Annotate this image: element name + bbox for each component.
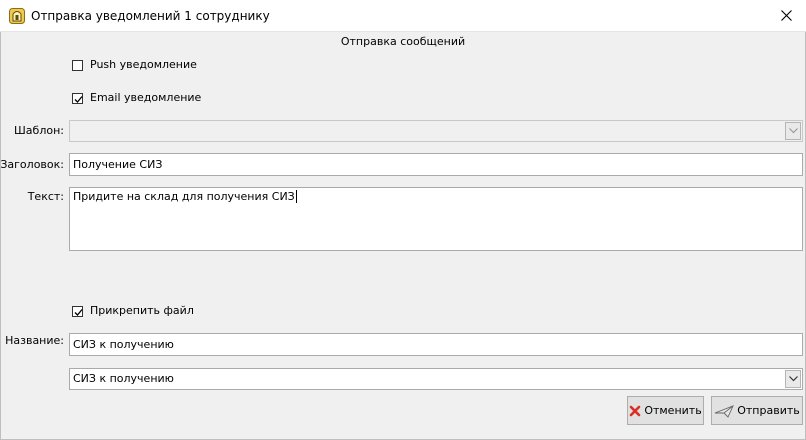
close-button[interactable] [766, 0, 806, 31]
attach-checkbox-box[interactable] [72, 305, 83, 317]
send-button[interactable]: Отправить [711, 396, 803, 425]
file-select[interactable]: СИЗ к получению [69, 368, 803, 390]
chevron-down-icon [788, 376, 798, 382]
subject-label: Заголовок: [0, 158, 64, 171]
cancel-icon [630, 405, 641, 416]
app-icon [9, 8, 25, 24]
text-label: Текст: [27, 190, 64, 203]
message-textarea[interactable]: Придите на склад для получения СИЗ [69, 187, 803, 251]
checkmark-icon [74, 95, 83, 103]
filename-value: СИЗ к получению [73, 337, 174, 351]
email-checkbox-box[interactable] [72, 92, 83, 104]
title-bar: Отправка уведомлений 1 сотруднику [0, 0, 806, 32]
section-title: Отправка сообщений [340, 35, 466, 48]
filename-label: Название: [5, 334, 64, 347]
file-dropdown-button[interactable] [785, 370, 801, 388]
cancel-button[interactable]: Отменить [627, 396, 704, 425]
subject-value: Получение СИЗ [73, 157, 163, 171]
attach-checkbox-label: Прикрепить файл [90, 304, 194, 317]
chevron-down-icon [788, 128, 798, 134]
push-checkbox[interactable]: Push уведомление [72, 58, 197, 72]
send-button-label: Отправить [737, 404, 800, 417]
template-dropdown-button[interactable] [785, 122, 801, 140]
message-value: Придите на склад для получения СИЗ [73, 190, 295, 203]
push-checkbox-label: Push уведомление [90, 58, 197, 71]
window-title: Отправка уведомлений 1 сотруднику [31, 9, 270, 23]
email-checkbox[interactable]: Email уведомление [72, 91, 201, 105]
push-checkbox-box[interactable] [72, 59, 83, 71]
checkmark-icon [74, 308, 83, 316]
file-select-value: СИЗ к получению [73, 372, 174, 385]
close-icon [780, 10, 792, 21]
subject-input[interactable]: Получение СИЗ [69, 153, 803, 176]
filename-input[interactable]: СИЗ к получению [69, 333, 803, 356]
paper-plane-icon [715, 404, 735, 418]
text-caret [295, 190, 297, 203]
cancel-button-label: Отменить [644, 404, 702, 417]
attach-checkbox[interactable]: Прикрепить файл [72, 304, 194, 318]
email-checkbox-label: Email уведомление [90, 91, 202, 104]
template-combobox[interactable] [69, 120, 803, 142]
template-label: Шаблон: [14, 124, 64, 137]
